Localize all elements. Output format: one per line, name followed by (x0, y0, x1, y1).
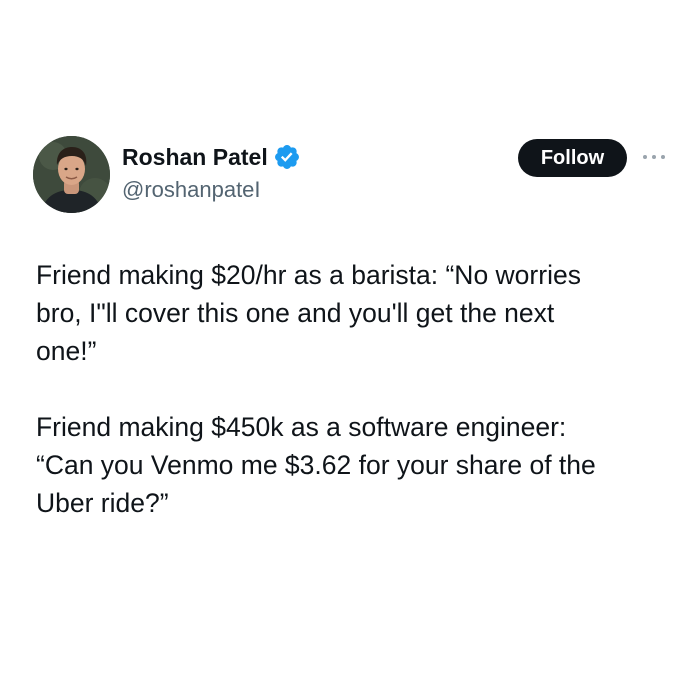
author-display-name[interactable]: Roshan Patel (122, 142, 268, 172)
avatar[interactable] (33, 136, 110, 213)
author-handle[interactable]: @roshanpateI (122, 176, 261, 204)
more-options-icon[interactable] (639, 150, 669, 164)
tweet-text: Friend making $20/hr as a barista: “No w… (36, 256, 676, 522)
follow-button[interactable]: Follow (518, 139, 627, 177)
author-name-row: Roshan Patel (122, 142, 301, 172)
verified-badge-icon (273, 143, 301, 171)
tweet-card: Roshan Patel @roshanpateI Follow Friend … (0, 0, 700, 695)
avatar-photo (33, 136, 110, 213)
tweet-paragraph-2: Friend making $450k as a software engine… (36, 412, 596, 518)
tweet-paragraph-1: Friend making $20/hr as a barista: “No w… (36, 260, 581, 366)
